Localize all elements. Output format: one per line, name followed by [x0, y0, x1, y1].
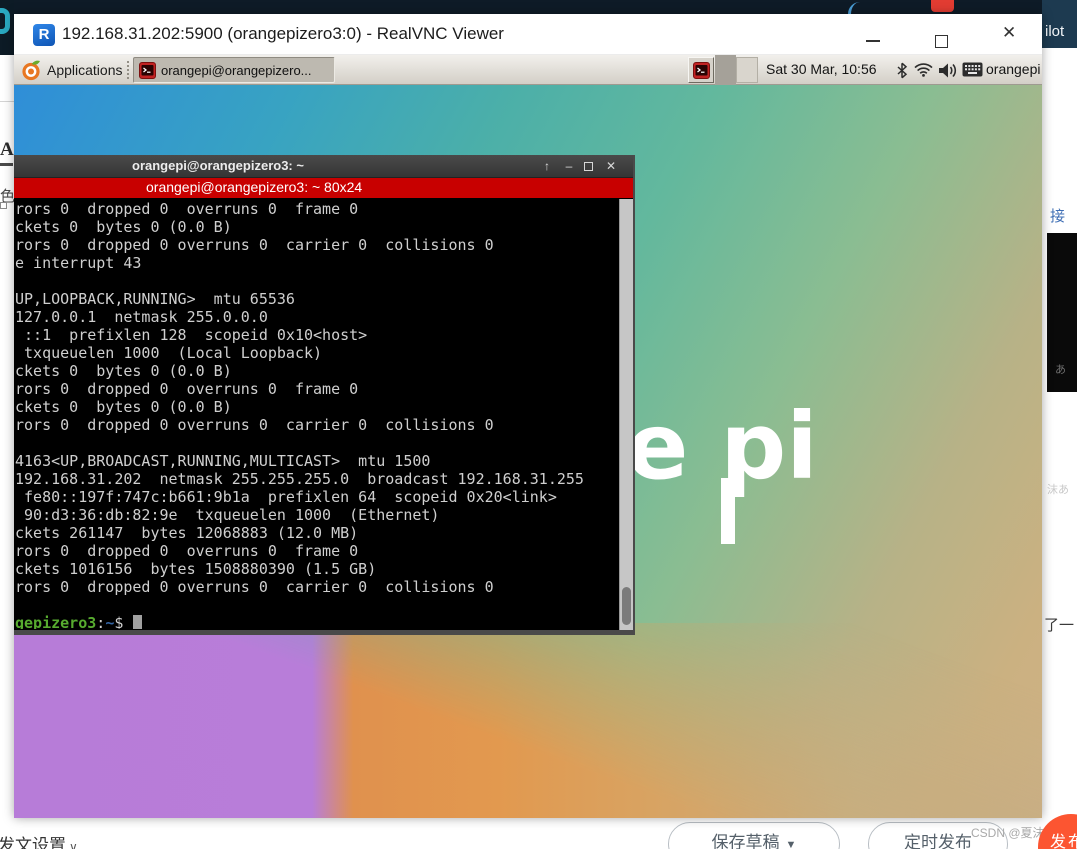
realvnc-app-icon: R	[33, 24, 55, 46]
browser-top-bar	[0, 0, 1077, 14]
workspace-switcher[interactable]	[736, 57, 758, 83]
browser-tab-edge	[848, 2, 876, 14]
terminal-icon	[692, 61, 710, 79]
toolbar-divider	[0, 101, 14, 102]
terminal-line: 127.0.0.1 netmask 255.0.0.0	[15, 308, 268, 326]
close-icon[interactable]: ✕	[602, 157, 620, 175]
site-logo-fragment	[0, 8, 10, 34]
terminal-line: rors 0 dropped 0 overruns 0 carrier 0 co…	[15, 578, 494, 596]
minimize-icon[interactable]: –	[560, 157, 578, 175]
browser-red-badge-icon	[931, 0, 954, 12]
watermark-fragment: 沫あ	[1047, 484, 1069, 496]
editor-bottom-bar: 发文设置∨ 保存草稿▼ 定时发布 CSDN @夏沫あ 发布	[0, 814, 1077, 849]
terminal-line: txqueuelen 1000 (Local Loopback)	[15, 344, 323, 362]
wallpaper-logo-descender	[721, 478, 735, 544]
terminal-line: 4163<UP,BROADCAST,RUNNING,MULTICAST> mtu…	[15, 452, 431, 470]
tray-terminal-button[interactable]	[688, 57, 714, 83]
terminal-line: 90:d3:36:db:82:9e txqueuelen 1000 (Ether…	[15, 506, 440, 524]
prompt-host: gepizero3	[15, 614, 97, 629]
applications-menu-button[interactable]: Applications	[16, 56, 127, 84]
taskbar-window-button[interactable]: orangepi@orangepizero...	[133, 57, 335, 83]
prompt-colon: :	[96, 614, 106, 629]
xfce-panel: Applications orangepi@orangepizero... Sa…	[14, 55, 1042, 85]
terminal-icon	[139, 61, 156, 79]
scrollbar-thumb[interactable]	[622, 587, 631, 625]
terminal-line: fe80::197f:747c:b661:9b1a prefixlen 64 s…	[15, 488, 557, 506]
maximize-icon[interactable]	[584, 162, 593, 171]
terminal-size-label: orangepi@orangepizero3: ~ 80x24	[146, 179, 363, 195]
terminal-line: ::1 prefixlen 128 scopeid 0x10<host>	[15, 326, 368, 344]
applications-label: Applications	[47, 62, 123, 78]
prompt-path: ~	[105, 614, 115, 629]
minimize-button[interactable]	[866, 40, 880, 42]
remote-desktop[interactable]: e pi orangepi@orangepizero3: ~ ↑ – ✕ ora…	[14, 85, 1042, 818]
terminal-line: rors 0 dropped 0 overruns 0 frame 0	[15, 380, 359, 398]
terminal-screen[interactable]: rors 0 dropped 0 overruns 0 frame 0 cket…	[14, 198, 633, 629]
close-button[interactable]: ✕	[1002, 23, 1016, 43]
caret-down-icon: ▼	[785, 839, 797, 849]
terminal-window: orangepi@orangepizero3: ~ ↑ – ✕ orangepi…	[14, 155, 635, 635]
background-page-right-strip: ilot 接 あ 沫あ 了一	[1042, 0, 1077, 849]
terminal-line: ckets 261147 bytes 12068883 (12.0 MB)	[15, 524, 359, 542]
keyboard-icon[interactable]	[962, 62, 983, 77]
prompt-dollar: $	[114, 614, 133, 629]
shade-window-icon[interactable]: ↑	[538, 157, 556, 175]
font-color-icon[interactable]: A	[0, 139, 14, 161]
terminal-line: rors 0 dropped 0 overruns 0 carrier 0 co…	[15, 236, 494, 254]
terminal-line: e interrupt 43	[15, 254, 142, 272]
terminal-scrollbar[interactable]	[619, 199, 633, 630]
copilot-label-fragment: ilot	[1045, 23, 1065, 40]
watermark-fragment: あ	[1055, 364, 1066, 376]
orangepi-logo-icon	[22, 60, 40, 81]
terminal-line: ckets 0 bytes 0 (0.0 B)	[15, 362, 232, 380]
panel-handle[interactable]	[126, 60, 131, 80]
chevron-down-icon: ∨	[69, 840, 78, 849]
screen: ilot 接 あ 沫あ 了一 A 色 发文设置 ∨ 保存草稿 ▼ 定时发布 CSDN…	[0, 0, 1077, 849]
terminal-line: ckets 0 bytes 0 (0.0 B)	[15, 398, 232, 416]
volume-icon[interactable]	[938, 62, 959, 79]
bluetooth-icon[interactable]	[896, 62, 908, 79]
maximize-button[interactable]	[935, 35, 948, 48]
terminal-line: 192.168.31.202 netmask 255.255.255.0 bro…	[15, 470, 584, 488]
wifi-icon[interactable]	[914, 62, 933, 77]
terminal-cursor	[133, 615, 143, 629]
realvnc-window: R 192.168.31.202:5900 (orangepizero3:0) …	[14, 14, 1042, 818]
terminal-line: rors 0 dropped 0 overruns 0 carrier 0 co…	[15, 416, 494, 434]
realvnc-titlebar[interactable]: R 192.168.31.202:5900 (orangepizero3:0) …	[14, 14, 1042, 55]
terminal-prompt-line: gepizero3:~$	[15, 614, 633, 629]
code-block-fragment: あ	[1047, 233, 1077, 392]
save-draft-button[interactable]: 保存草稿 ▼	[668, 822, 840, 849]
panel-separator	[715, 55, 736, 85]
page-link-fragment[interactable]: 接	[1050, 205, 1065, 226]
taskbar-window-label: orangepi@orangepizero...	[161, 62, 312, 78]
terminal-titlebar[interactable]: orangepi@orangepizero3: ~ ↑ – ✕	[14, 155, 633, 178]
background-page-left-strip: A 色	[0, 0, 15, 849]
terminal-title: orangepi@orangepizero3: ~	[132, 158, 304, 173]
realvnc-window-title: 192.168.31.202:5900 (orangepizero3:0) - …	[62, 24, 504, 43]
panel-username[interactable]: orangepi	[986, 61, 1041, 77]
panel-clock[interactable]: Sat 30 Mar, 10:56	[766, 61, 877, 77]
terminal-line: UP,LOOPBACK,RUNNING> mtu 65536	[15, 290, 295, 308]
color-swatch-icon	[0, 202, 7, 209]
terminal-line: rors 0 dropped 0 overruns 0 frame 0	[15, 542, 359, 560]
copilot-bar-fragment[interactable]: ilot	[1042, 0, 1077, 48]
terminal-line: ckets 1016156 bytes 1508880390 (1.5 GB)	[15, 560, 377, 578]
terminal-line: ckets 0 bytes 0 (0.0 B)	[15, 218, 232, 236]
publish-button[interactable]: 发布	[1038, 814, 1077, 849]
terminal-resize-banner: orangepi@orangepizero3: ~ 80x24	[14, 178, 633, 198]
font-color-underline	[0, 163, 13, 166]
browser-corner-fragment	[0, 0, 14, 55]
page-text-fragment: 了一	[1044, 617, 1075, 634]
terminal-line: rors 0 dropped 0 overruns 0 frame 0	[15, 200, 359, 218]
post-settings-toggle[interactable]: 发文设置 ∨	[0, 831, 78, 849]
